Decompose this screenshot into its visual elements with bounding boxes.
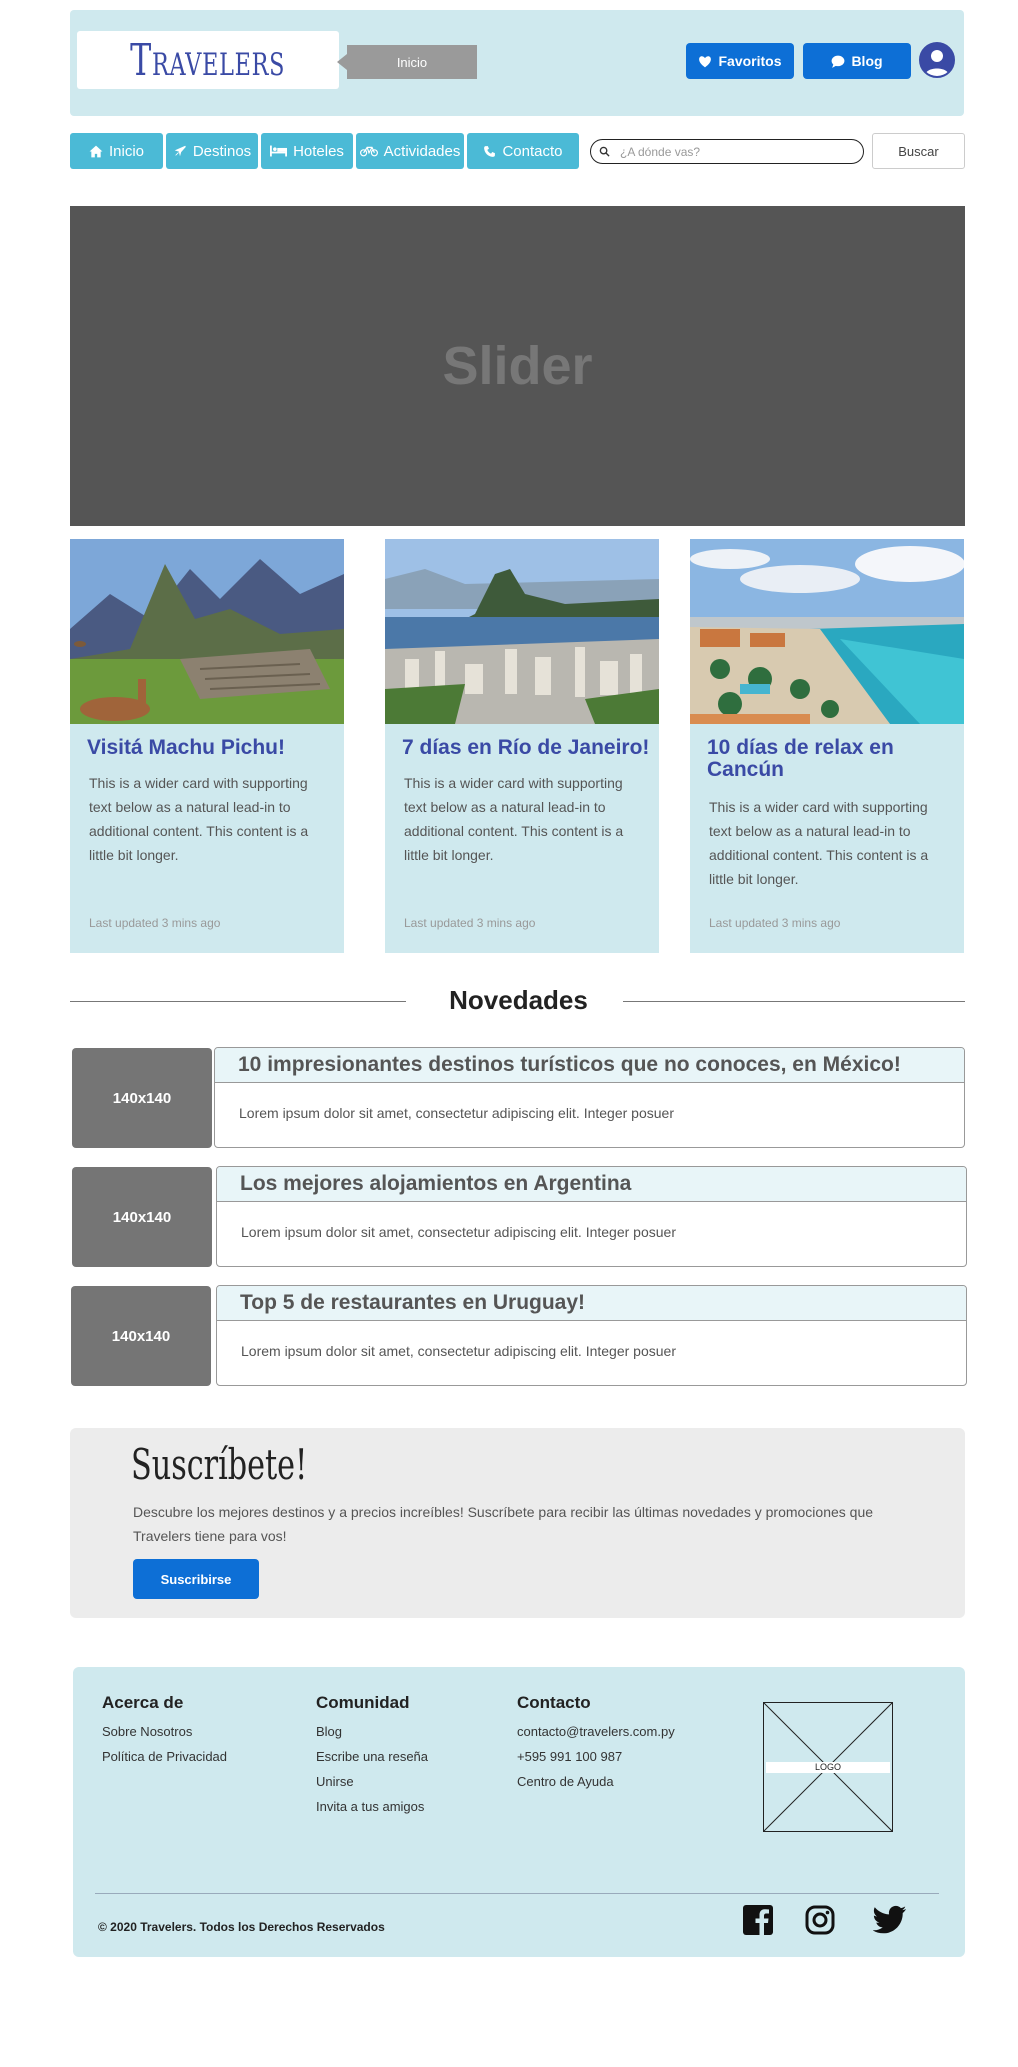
logo-placeholder-label: LOGO: [766, 1762, 890, 1773]
footer-link[interactable]: Invita a tus amigos: [316, 1799, 424, 1814]
card-updated: Last updated 3 mins ago: [89, 916, 221, 930]
search-input[interactable]: ¿A dónde vas?: [590, 139, 864, 164]
card-updated: Last updated 3 mins ago: [709, 916, 841, 930]
card-text: This is a wider card with supporting tex…: [404, 775, 624, 863]
news-item[interactable]: Top 5 de restaurantes en Uruguay! Lorem …: [216, 1285, 967, 1386]
news-body: Lorem ipsum dolor sit amet, consectetur …: [241, 1224, 676, 1240]
footer-heading: Acerca de: [102, 1693, 184, 1712]
search-icon: [599, 146, 610, 157]
news-body: Lorem ipsum dolor sit amet, consectetur …: [239, 1105, 674, 1121]
nav-label: Actividades: [383, 142, 461, 160]
home-icon: [89, 145, 103, 157]
card-text: This is a wider card with supporting tex…: [89, 775, 309, 863]
blog-label: Blog: [851, 53, 883, 69]
phone-icon: [484, 145, 496, 157]
search-button[interactable]: Buscar: [872, 133, 965, 169]
subscribe-section: Suscríbete! Descubre los mejores destino…: [70, 1428, 965, 1618]
footer-link[interactable]: +595 991 100 987: [517, 1749, 622, 1764]
card-title[interactable]: 7 días en Río de Janeiro!: [402, 737, 652, 759]
card-text: This is a wider card with supporting tex…: [709, 799, 929, 887]
card[interactable]: 7 días en Río de Janeiro! This is a wide…: [385, 539, 659, 953]
user-icon: [925, 50, 949, 76]
footer-link[interactable]: Política de Privacidad: [102, 1749, 227, 1764]
comment-icon: [832, 55, 845, 68]
footer-link[interactable]: Sobre Nosotros: [102, 1724, 192, 1739]
logo-text: Travelers: [130, 34, 286, 86]
news-title[interactable]: Los mejores alojamientos en Argentina: [217, 1167, 966, 1202]
nav-hoteles[interactable]: Hoteles: [261, 133, 353, 169]
slider-label: Slider: [442, 336, 593, 396]
logo-placeholder: LOGO: [763, 1702, 893, 1832]
slider[interactable]: Slider: [70, 206, 965, 526]
header: Travelers Inicio Favoritos Blog: [70, 10, 964, 116]
instagram-icon[interactable]: [805, 1905, 839, 1939]
avatar[interactable]: [919, 42, 955, 78]
favoritos-button[interactable]: Favoritos: [686, 43, 794, 79]
card-title[interactable]: Visitá Machu Pichu!: [87, 737, 337, 759]
novedades-title: Novedades: [449, 985, 588, 1015]
plane-icon: [174, 145, 186, 157]
news-title[interactable]: Top 5 de restaurantes en Uruguay!: [217, 1286, 966, 1321]
twitter-icon[interactable]: [872, 1905, 907, 1939]
footer-link[interactable]: Blog: [316, 1724, 342, 1739]
footer-link[interactable]: contacto@travelers.com.py: [517, 1724, 675, 1739]
news-thumbnail[interactable]: 140x140: [72, 1048, 212, 1148]
blog-button[interactable]: Blog: [803, 43, 911, 79]
nav-label: Destinos: [192, 142, 252, 160]
card[interactable]: 10 días de relax en Cancún This is a wid…: [690, 539, 964, 953]
nav-label: Inicio: [108, 142, 145, 160]
nav-actividades[interactable]: Actividades: [356, 133, 464, 169]
footer-link[interactable]: Unirse: [316, 1774, 354, 1789]
bed-icon: [270, 145, 288, 157]
card[interactable]: Visitá Machu Pichu! This is a wider card…: [70, 539, 344, 953]
rio-de-janeiro-image: [385, 539, 659, 724]
footer-link[interactable]: Escribe una reseña: [316, 1749, 428, 1764]
news-thumbnail[interactable]: 140x140: [71, 1286, 211, 1386]
nav-label: Hoteles: [293, 142, 344, 160]
news-body: Lorem ipsum dolor sit amet, consectetur …: [241, 1343, 676, 1359]
news-thumbnail[interactable]: 140x140: [72, 1167, 212, 1267]
footer-heading: Contacto: [517, 1693, 591, 1712]
heart-icon: [699, 55, 712, 67]
news-item[interactable]: 10 impresionantes destinos turísticos qu…: [214, 1047, 965, 1148]
divider: [70, 1001, 406, 1002]
favoritos-label: Favoritos: [718, 53, 782, 69]
tooltip: Inicio: [337, 45, 477, 79]
footer-link[interactable]: Centro de Ayuda: [517, 1774, 614, 1789]
cancun-image: [690, 539, 964, 724]
copyright: © 2020 Travelers. Todos los Derechos Res…: [98, 1920, 385, 1934]
subscribe-title: Suscríbete!: [131, 1440, 308, 1489]
card-updated: Last updated 3 mins ago: [404, 916, 536, 930]
nav-label: Contacto: [502, 142, 563, 160]
footer-divider: [95, 1893, 939, 1894]
card-title[interactable]: 10 días de relax en Cancún: [707, 737, 957, 781]
facebook-icon[interactable]: [743, 1905, 777, 1939]
subscribe-button[interactable]: Suscribirse: [133, 1559, 259, 1599]
news-title[interactable]: 10 impresionantes destinos turísticos qu…: [215, 1048, 964, 1083]
bicycle-icon: [359, 146, 378, 157]
machu-picchu-image: [70, 539, 344, 724]
divider: [623, 1001, 965, 1002]
search-placeholder: ¿A dónde vas?: [620, 144, 701, 159]
subscribe-text: Descubre los mejores destinos y a precio…: [133, 1504, 874, 1544]
news-item[interactable]: Los mejores alojamientos en Argentina Lo…: [216, 1166, 967, 1267]
nav-destinos[interactable]: Destinos: [166, 133, 258, 169]
nav-contacto[interactable]: Contacto: [467, 133, 579, 169]
nav-inicio[interactable]: Inicio: [70, 133, 163, 169]
footer: Acerca de Sobre Nosotros Política de Pri…: [73, 1667, 965, 1957]
footer-heading: Comunidad: [316, 1693, 410, 1712]
logo[interactable]: Travelers: [77, 31, 339, 89]
